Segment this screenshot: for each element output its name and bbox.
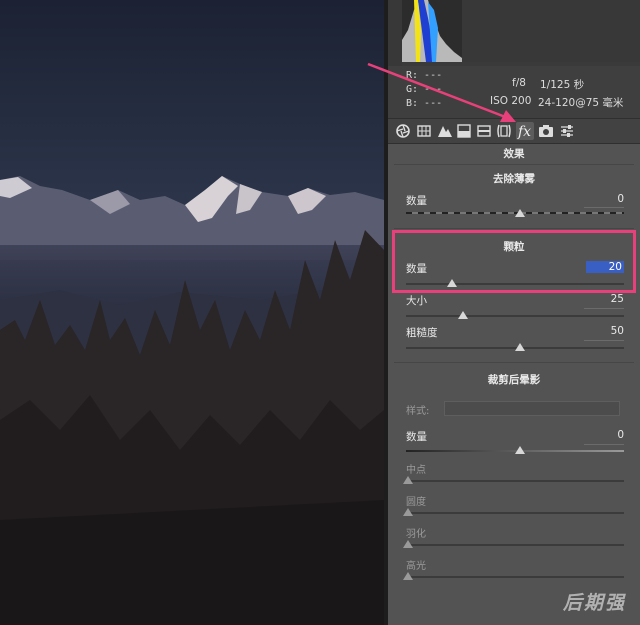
aperture-icon[interactable] [394, 122, 412, 140]
g-readout: G: --- [406, 84, 443, 95]
watermark-text: 后期强 [562, 592, 626, 614]
grain-size-value[interactable]: 25 [584, 293, 624, 305]
effects-header: 效果 [503, 148, 525, 160]
dehaze-amount-slider[interactable] [515, 209, 525, 217]
aperture-readout: f/8 [512, 77, 526, 89]
vignette-amount-slider[interactable] [515, 446, 525, 454]
divider-line [394, 362, 634, 363]
vignette-midpoint-track[interactable] [406, 480, 624, 482]
vignette-amount-label: 数量 [406, 431, 427, 443]
lens-icon[interactable] [495, 122, 513, 140]
vignette-midpoint-slider[interactable] [403, 476, 413, 484]
info-area: R: --- G: --- B: --- f/8 1/125 秒 ISO 200… [388, 66, 640, 118]
b-readout: B: --- [406, 98, 443, 109]
grain-roughness-underline [584, 340, 624, 341]
lens-readout: 24-120@75 毫米 [538, 97, 624, 109]
vignette-amount-underline [584, 444, 624, 445]
mountain-icon[interactable] [436, 122, 454, 140]
grain-size-underline [584, 308, 624, 309]
sliders-icon[interactable] [558, 122, 576, 140]
histogram-graph [402, 0, 640, 66]
vignette-roundness-slider[interactable] [403, 508, 413, 516]
divider-line [394, 228, 634, 229]
vignette-roundness-label: 圆度 [406, 497, 426, 508]
panel-tabs-toolbar: fx [388, 118, 640, 144]
vignette-style-dropdown[interactable] [444, 401, 620, 416]
histogram [388, 0, 640, 66]
vignette-highlights-slider[interactable] [403, 572, 413, 580]
vignette-style-label: 样式: [406, 406, 430, 417]
photo-image [0, 0, 384, 625]
vignette-feather-track[interactable] [406, 544, 624, 546]
develop-panel: R: --- G: --- B: --- f/8 1/125 秒 ISO 200… [388, 0, 640, 625]
dehaze-amount-underline [584, 207, 624, 208]
split-panel-icon[interactable] [455, 122, 473, 140]
grid-icon[interactable] [415, 122, 433, 140]
r-readout: R: --- [406, 70, 443, 81]
grain-roughness-slider[interactable] [515, 343, 525, 351]
dehaze-title: 去除薄雾 [493, 173, 535, 185]
grain-roughness-label: 粗糙度 [406, 327, 438, 339]
dehaze-amount-value[interactable]: 0 [584, 193, 624, 205]
vignette-roundness-track[interactable] [406, 512, 624, 514]
vignette-highlights-label: 高光 [406, 561, 426, 572]
grain-size-slider[interactable] [458, 311, 468, 319]
photo-canvas [0, 0, 384, 625]
divider-line [394, 164, 634, 165]
vignette-midpoint-label: 中点 [406, 465, 426, 476]
camera-icon[interactable] [537, 122, 555, 140]
stripe-icon[interactable] [475, 122, 493, 140]
grain-size-track[interactable] [406, 315, 624, 317]
dehaze-amount-label: 数量 [406, 195, 427, 207]
fx-icon[interactable]: fx [516, 122, 534, 140]
svg-text:fx: fx [517, 124, 531, 140]
vignette-amount-value[interactable]: 0 [584, 429, 624, 441]
shutter-readout: 1/125 秒 [540, 79, 585, 91]
vignette-feather-label: 羽化 [406, 529, 426, 540]
grain-size-label: 大小 [406, 295, 427, 307]
grain-highlight-box [392, 230, 636, 293]
iso-readout: ISO 200 [490, 95, 532, 107]
vignette-highlights-track[interactable] [406, 576, 624, 578]
vignette-feather-slider[interactable] [403, 540, 413, 548]
vignette-title: 裁剪后晕影 [487, 374, 541, 386]
grain-roughness-value[interactable]: 50 [584, 325, 624, 337]
